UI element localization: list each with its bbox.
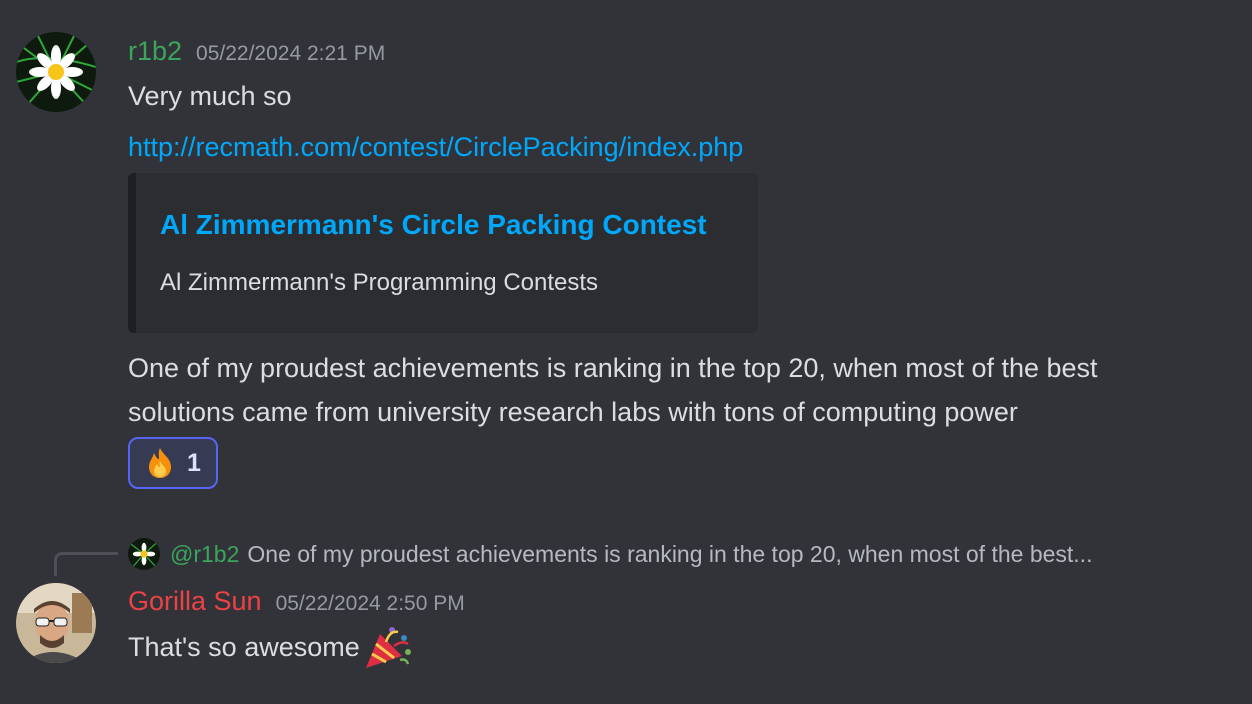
person-avatar-icon [16, 583, 96, 663]
message-text-line-2: solutions came from university research … [128, 397, 1018, 427]
message-text: That's so awesome [128, 624, 412, 670]
reply-spine [54, 552, 118, 576]
avatar[interactable] [16, 32, 96, 112]
reply-avatar [128, 538, 160, 570]
message-text-content: That's so awesome [128, 632, 360, 662]
reaction-count: 1 [187, 448, 201, 477]
message-text: Very much so [128, 81, 292, 111]
embed-provider: Al Zimmermann's Programming Contests [160, 269, 599, 296]
message-r1b2: r1b2 05/22/2024 2:21 PM Very much so htt… [0, 0, 1252, 520]
avatar[interactable] [16, 583, 96, 663]
party-popper-emoji-icon [365, 627, 411, 668]
reaction-button[interactable]: 1 [128, 437, 218, 489]
reply-mention[interactable]: @r1b2 [170, 541, 239, 568]
embed-title[interactable]: Al Zimmermann's Circle Packing Contest [160, 209, 707, 241]
username[interactable]: r1b2 [128, 36, 182, 67]
message-header: Gorilla Sun 05/22/2024 2:50 PM [128, 586, 465, 617]
message-text-line-1: One of my proudest achievements is ranki… [128, 353, 1098, 383]
reply-reference[interactable]: @r1b2 One of my proudest achievements is… [128, 538, 1092, 570]
daisy-avatar-icon [16, 32, 96, 112]
timestamp: 05/22/2024 2:50 PM [275, 592, 465, 615]
message-header: r1b2 05/22/2024 2:21 PM [128, 36, 385, 67]
message-link[interactable]: http://recmath.com/contest/CirclePacking… [128, 132, 743, 163]
link-embed: Al Zimmermann's Circle Packing Contest A… [128, 173, 758, 333]
chat-messages: r1b2 05/22/2024 2:21 PM Very much so htt… [0, 0, 1252, 704]
username[interactable]: Gorilla Sun [128, 586, 262, 617]
daisy-avatar-icon [128, 538, 160, 570]
timestamp: 05/22/2024 2:21 PM [196, 42, 386, 65]
reply-preview[interactable]: One of my proudest achievements is ranki… [247, 541, 1092, 568]
fire-emoji-icon [149, 448, 172, 478]
